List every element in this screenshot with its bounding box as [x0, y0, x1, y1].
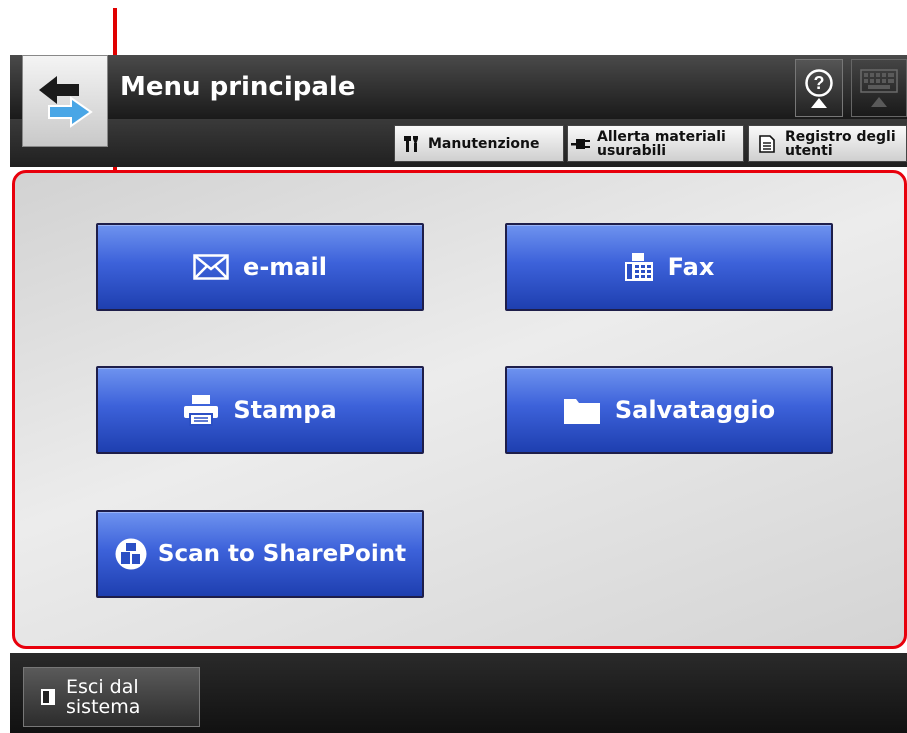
user-log-line2: utenti [785, 142, 833, 159]
scan-to-sharepoint-label: Scan to SharePoint [157, 541, 407, 567]
user-log-button[interactable]: Registro degli utenti [748, 125, 907, 162]
fax-machine-icon [624, 253, 653, 281]
logout-label: Esci dal sistema [66, 677, 140, 717]
help-button[interactable]: ? [795, 59, 843, 117]
arrows-swap-icon [39, 76, 93, 128]
consumables-alert-button[interactable]: Allerta materiali usurabili [567, 125, 744, 162]
save-button[interactable]: Salvataggio [505, 366, 833, 454]
maintenance-button[interactable]: Manutenzione [394, 125, 564, 162]
email-button[interactable]: e-mail [96, 223, 424, 311]
print-label: Stampa [233, 396, 337, 424]
home-button[interactable] [22, 55, 108, 147]
logout-button[interactable]: Esci dal sistema [23, 667, 200, 727]
keyboard-button[interactable] [851, 59, 907, 117]
fax-label: Fax [667, 253, 715, 281]
sharepoint-icon [115, 538, 147, 570]
logout-line2: sistema [66, 696, 141, 718]
consumables-alert-line2: usurabili [597, 142, 667, 159]
user-log-label: Registro degli utenti [785, 130, 896, 158]
svg-text:?: ? [814, 73, 825, 93]
email-label: e-mail [243, 253, 327, 281]
fax-button[interactable]: Fax [505, 223, 833, 311]
printer-icon [184, 395, 219, 426]
scan-to-sharepoint-button[interactable]: Scan to SharePoint [96, 510, 424, 598]
maintenance-label: Manutenzione [428, 135, 540, 152]
wrench-screwdriver-icon [404, 135, 418, 152]
keyboard-icon [860, 69, 898, 93]
folder-icon [563, 399, 600, 424]
print-button[interactable]: Stampa [96, 366, 424, 454]
logout-line1: Esci dal [66, 676, 139, 698]
document-icon [759, 134, 775, 153]
question-icon: ? [805, 69, 833, 97]
consumables-alert-label: Allerta materiali usurabili [597, 130, 726, 158]
exit-door-icon [41, 689, 55, 705]
envelope-icon [193, 254, 229, 280]
triangle-up-icon [811, 98, 827, 108]
page-title: Menu principale [120, 72, 356, 102]
plug-icon [571, 138, 590, 149]
triangle-up-icon [871, 97, 887, 107]
save-label: Salvataggio [614, 396, 776, 424]
